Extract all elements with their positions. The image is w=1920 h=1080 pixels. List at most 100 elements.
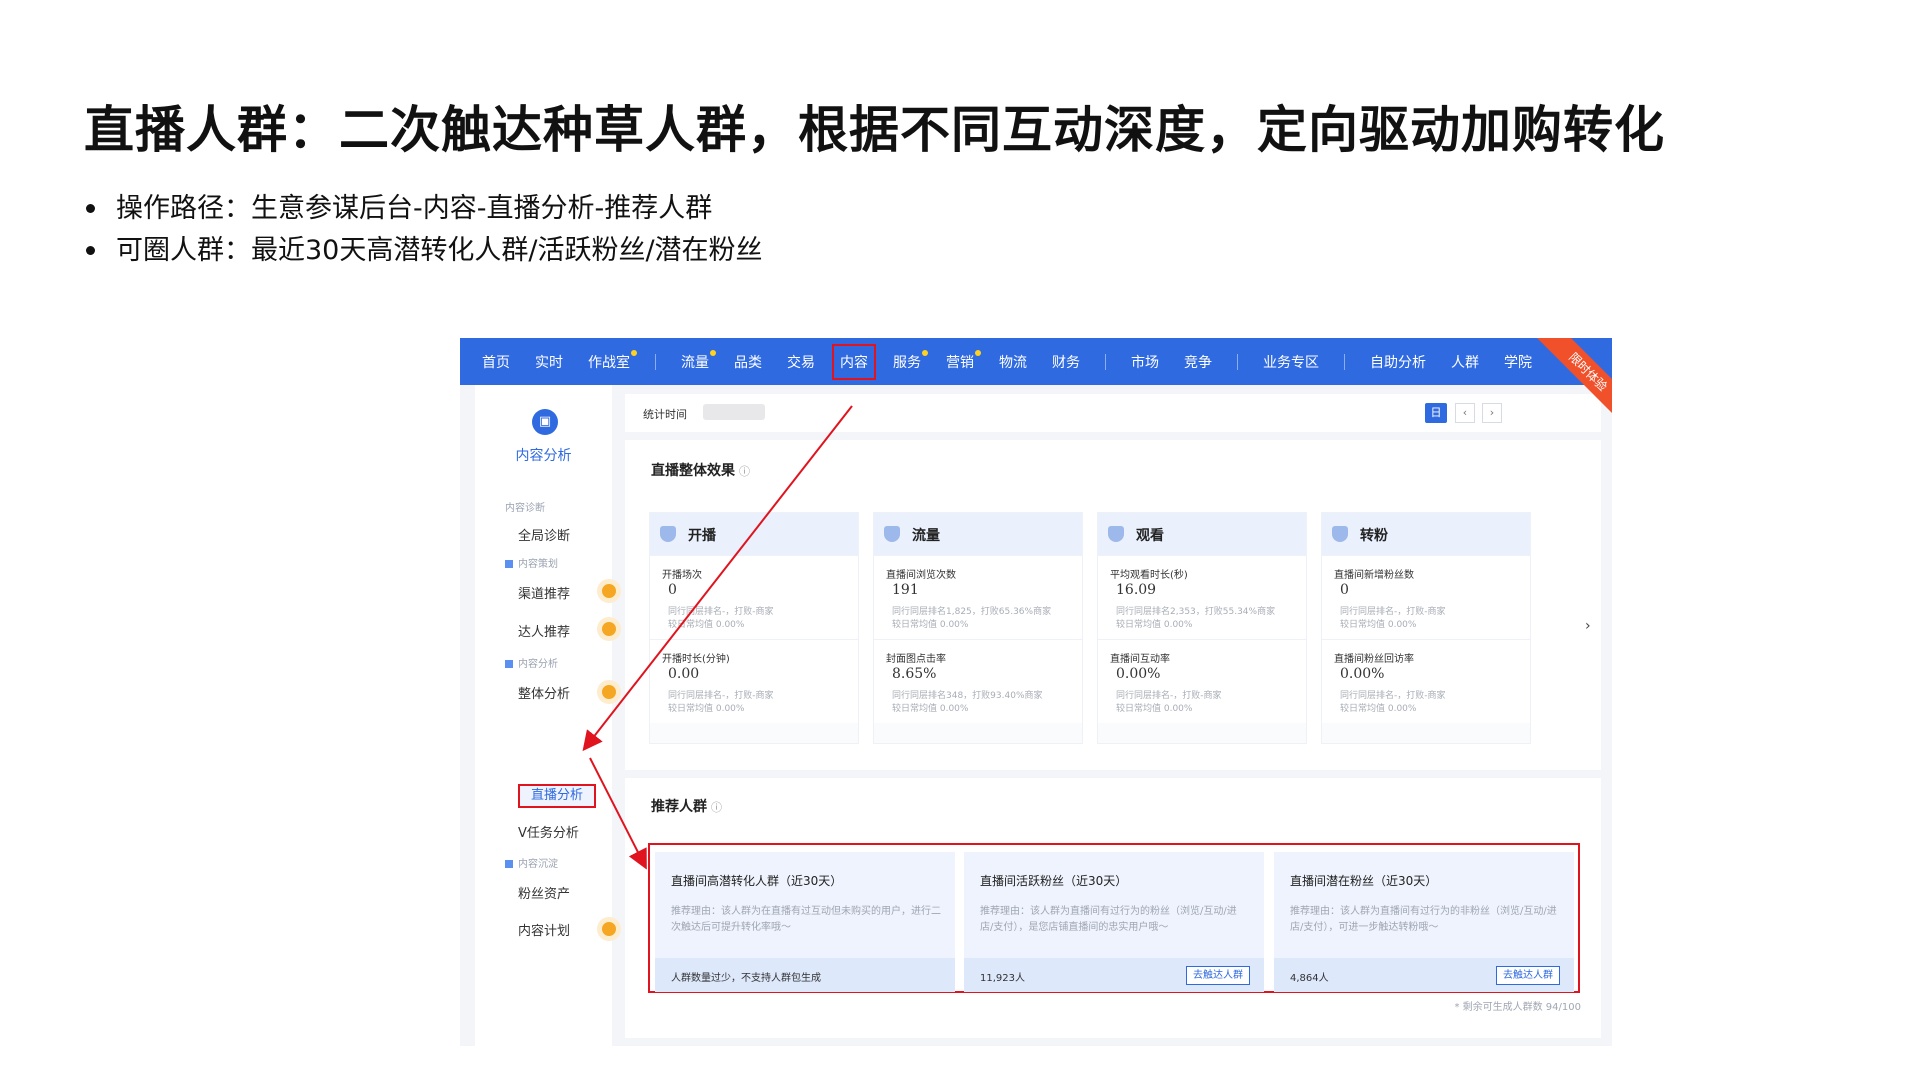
crowd-card-reason: 推荐理由：该人群为直播间有过行为的粉丝（浏览/互动/进店/支付），是您店铺直播间… bbox=[980, 906, 1237, 933]
metric-value: 0 bbox=[668, 582, 677, 598]
metric-rank: 同行同层排名348，打败93.40%商家 bbox=[892, 691, 1043, 701]
nav-category[interactable]: 品类 bbox=[734, 352, 762, 372]
slide: 直播人群：二次触达种草人群，根据不同互动深度，定向驱动加购转化 操作路径：生意参… bbox=[0, 0, 1920, 1080]
sidebar-item-content-plan[interactable]: 内容计划 bbox=[518, 920, 570, 939]
live-overview-title: 直播整体效果 ⓘ bbox=[651, 460, 750, 480]
metric-value: 16.09 bbox=[1116, 582, 1157, 598]
new-dot-icon bbox=[710, 349, 716, 356]
nav-warroom[interactable]: 作战室 bbox=[588, 349, 637, 372]
nav-home[interactable]: 首页 bbox=[482, 352, 510, 372]
metric-card-header: 流量 bbox=[874, 513, 1082, 555]
metric-card-name: 开播 bbox=[688, 528, 716, 544]
metric-value: 8.65% bbox=[892, 666, 937, 682]
stat-time-bar: 统计时间 日 ‹ › bbox=[625, 394, 1601, 432]
screenshot: 首页 实时 作战室 流量 品类 交易 内容 服务 营销 物流 财务 市场 竞争 … bbox=[460, 338, 1612, 1046]
metric-card-fans: 转粉 直播间新增粉丝数 0 同行同层排名-，打败-商家 较日常均值 0.00% … bbox=[1321, 512, 1531, 744]
metric-label: 直播间粉丝回访率 bbox=[1334, 654, 1414, 665]
metric-label: 直播间互动率 bbox=[1110, 654, 1170, 665]
reach-crowd-button[interactable]: 去触达人群 bbox=[1496, 966, 1560, 985]
metric-value: 0.00% bbox=[1116, 666, 1161, 682]
metric-daily-avg: 较日常均值 0.00% bbox=[1116, 704, 1193, 714]
metric-cell: 直播间粉丝回访率 0.00% 同行同层排名-，打败-商家 较日常均值 0.00% bbox=[1322, 639, 1530, 723]
chevron-right-icon[interactable]: › bbox=[1585, 618, 1591, 634]
metric-label: 平均观看时长(秒) bbox=[1110, 570, 1188, 581]
next-date-button[interactable]: › bbox=[1482, 403, 1502, 423]
help-icon[interactable]: ⓘ bbox=[711, 801, 722, 814]
bullet-available-crowds: 可圈人群：最近30天高潜转化人群/活跃粉丝/潜在粉丝 bbox=[84, 230, 763, 272]
new-dot-icon bbox=[975, 349, 981, 356]
stat-time-value-blurred bbox=[703, 404, 765, 420]
nav-divider bbox=[655, 353, 656, 370]
metric-value: 0 bbox=[1340, 582, 1349, 598]
nav-crowd[interactable]: 人群 bbox=[1451, 352, 1479, 372]
metric-cell: 直播间互动率 0.00% 同行同层排名-，打败-商家 较日常均值 0.00% bbox=[1098, 639, 1306, 723]
new-dot-icon bbox=[922, 349, 928, 356]
live-overview-title-text: 直播整体效果 bbox=[651, 463, 735, 479]
metric-rank: 同行同层排名1,825，打败65.36%商家 bbox=[892, 607, 1052, 617]
nav-self-analysis[interactable]: 自助分析 bbox=[1370, 352, 1426, 372]
sidebar-item-fan-assets[interactable]: 粉丝资产 bbox=[518, 883, 570, 902]
bullet-list: 操作路径：生意参谋后台-内容-直播分析-推荐人群 可圈人群：最近30天高潜转化人… bbox=[84, 188, 763, 272]
sidebar-item-global-diagnosis[interactable]: 全局诊断 bbox=[518, 525, 570, 544]
metric-rank: 同行同层排名2,353，打败55.34%商家 bbox=[1116, 607, 1276, 617]
metric-label: 开播场次 bbox=[662, 570, 702, 581]
nav-realtime[interactable]: 实时 bbox=[535, 352, 563, 372]
help-icon[interactable]: ⓘ bbox=[739, 465, 750, 478]
metric-label: 直播间浏览次数 bbox=[886, 570, 956, 581]
sidebar-group-accumulation-label: 内容沉淀 bbox=[518, 859, 558, 870]
crowd-highlight-frame: 直播间高潜转化人群（近30天） 推荐理由：该人群为在直播有过互动但未购买的用户，… bbox=[648, 843, 1580, 993]
nav-market[interactable]: 市场 bbox=[1131, 352, 1159, 372]
metric-cell: 开播场次 0 同行同层排名-，打败-商家 较日常均值 0.00% bbox=[650, 555, 858, 639]
shield-icon bbox=[1108, 526, 1124, 542]
metric-cell: 封面图点击率 8.65% 同行同层排名348，打败93.40%商家 较日常均值 … bbox=[874, 639, 1082, 723]
sidebar-item-v-task-analysis[interactable]: V任务分析 bbox=[518, 822, 579, 841]
recommended-crowd-title-text: 推荐人群 bbox=[651, 799, 707, 815]
nav-divider bbox=[1237, 353, 1238, 370]
chart-icon bbox=[505, 560, 513, 568]
crowd-card-reason: 推荐理由：该人群为在直播有过互动但未购买的用户，进行二次触达后可提升转化率哦～ bbox=[671, 906, 941, 933]
nav-divider bbox=[1344, 353, 1345, 370]
crowd-card-reason: 推荐理由：该人群为直播间有过行为的非粉丝（浏览/互动/进店/支付），可进一步触达… bbox=[1290, 906, 1557, 933]
metric-daily-avg: 较日常均值 0.00% bbox=[1116, 620, 1193, 630]
sidebar-group-planning-label: 内容策划 bbox=[518, 559, 558, 570]
metric-label: 开播时长(分钟) bbox=[662, 654, 730, 665]
recommended-crowd-panel: 推荐人群 ⓘ 直播间高潜转化人群（近30天） 推荐理由：该人群为在直播有过互动但未… bbox=[625, 778, 1601, 1038]
sidebar-item-live-analysis[interactable]: 直播分析 bbox=[518, 784, 596, 808]
crowd-count: 11,923人 bbox=[980, 973, 1025, 984]
metric-cell: 平均观看时长(秒) 16.09 同行同层排名2,353，打败55.34%商家 较… bbox=[1098, 555, 1306, 639]
sidebar-item-overall-analysis[interactable]: 整体分析 bbox=[518, 683, 570, 702]
nav-traffic[interactable]: 流量 bbox=[681, 349, 716, 372]
day-toggle-button[interactable]: 日 bbox=[1425, 403, 1447, 423]
nav-trade[interactable]: 交易 bbox=[787, 352, 815, 372]
nav-service[interactable]: 服务 bbox=[893, 349, 928, 372]
sidebar-title: 内容分析 bbox=[515, 448, 572, 464]
nav-business-zone[interactable]: 业务专区 bbox=[1263, 352, 1319, 372]
metric-daily-avg: 较日常均值 0.00% bbox=[1340, 704, 1417, 714]
nav-finance[interactable]: 财务 bbox=[1052, 352, 1080, 372]
nav-service-label: 服务 bbox=[893, 354, 921, 371]
sidebar-group-planning: 内容策划 bbox=[505, 555, 558, 570]
sidebar-item-talent-recommend[interactable]: 达人推荐 bbox=[518, 621, 570, 640]
slide-title: 直播人群：二次触达种草人群，根据不同互动深度，定向驱动加购转化 bbox=[84, 101, 1665, 159]
metric-card-name: 观看 bbox=[1136, 528, 1164, 544]
nav-marketing[interactable]: 营销 bbox=[946, 349, 981, 372]
metric-card-header: 开播 bbox=[650, 513, 858, 555]
nav-warroom-label: 作战室 bbox=[588, 354, 630, 371]
shield-icon bbox=[884, 526, 900, 542]
stat-time-label: 统计时间 bbox=[643, 408, 687, 421]
nav-logistics[interactable]: 物流 bbox=[999, 352, 1027, 372]
metric-daily-avg: 较日常均值 0.00% bbox=[668, 704, 745, 714]
sidebar-item-channel-recommend[interactable]: 渠道推荐 bbox=[518, 583, 570, 602]
crowd-card-footer: 人群数量过少，不支持人群包生成 bbox=[655, 958, 955, 992]
chart-icon bbox=[505, 860, 513, 868]
notification-dot-icon bbox=[602, 922, 616, 936]
metric-label: 直播间新增粉丝数 bbox=[1334, 570, 1414, 581]
prev-date-button[interactable]: ‹ bbox=[1455, 403, 1475, 423]
reach-crowd-button[interactable]: 去触达人群 bbox=[1186, 966, 1250, 985]
crowd-card-title: 直播间高潜转化人群（近30天） bbox=[671, 874, 843, 888]
nav-competition[interactable]: 竞争 bbox=[1184, 352, 1212, 372]
metric-daily-avg: 较日常均值 0.00% bbox=[1340, 620, 1417, 630]
live-overview-panel: 直播整体效果 ⓘ 开播 开播场次 0 同行同层排名-，打败-商家 较日常均值 0.… bbox=[625, 440, 1601, 770]
nav-content[interactable]: 内容 bbox=[832, 343, 876, 380]
nav-marketing-label: 营销 bbox=[946, 354, 974, 371]
